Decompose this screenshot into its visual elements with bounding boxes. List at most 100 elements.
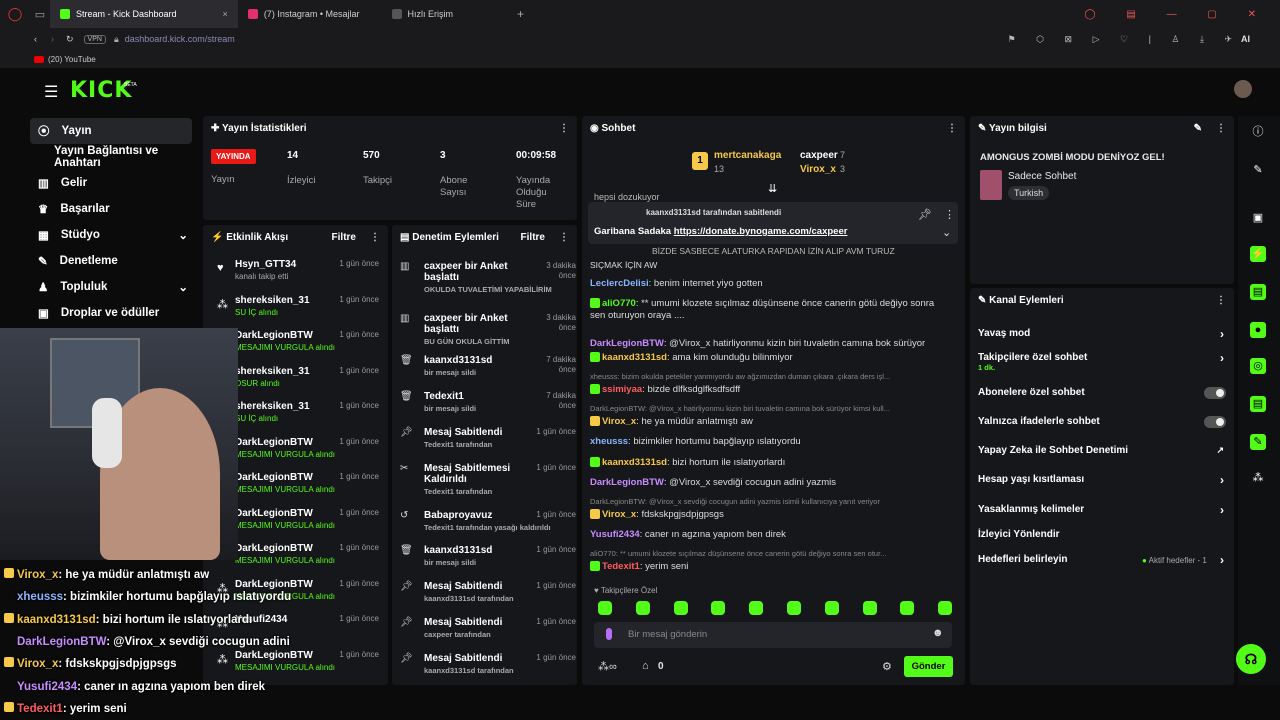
filter-button[interactable]: Filtre: [332, 232, 356, 243]
chevron-right-icon[interactable]: ›: [1220, 473, 1224, 487]
category-name[interactable]: Sadece Sohbet: [1008, 171, 1076, 182]
leader-name[interactable]: caxpeer: [800, 150, 838, 161]
chat-username[interactable]: Virox_x: [602, 509, 636, 520]
pinned-link[interactable]: https://donate.bynogame.com/caxpeer: [674, 226, 848, 237]
vpn-badge[interactable]: VPN: [83, 34, 106, 44]
browser-toolbar-icons[interactable]: ⚑ ⬡ ⊠ ▷ ♡ | ♙ ⤓ ✈: [1008, 34, 1241, 45]
list-item[interactable]: ▥ caxpeer bir Anket başlattı OKULDA TUVALE…: [400, 261, 576, 294]
sidebar-item-revenue[interactable]: ▥ Gelir: [30, 170, 200, 196]
sidebar-item-moderation[interactable]: ✎ Denetleme: [30, 248, 200, 274]
chevron-right-icon[interactable]: ›: [1220, 351, 1224, 365]
emote-icon[interactable]: [635, 601, 650, 615]
leader-name[interactable]: Virox_x: [800, 164, 836, 175]
new-tab-icon[interactable]: +: [517, 7, 524, 21]
store-icon[interactable]: ⌂: [642, 660, 649, 672]
emote-icon[interactable]: [938, 601, 953, 615]
list-item[interactable]: ↺ Babaproyavuz Tedexit1 tarafından yasağı …: [400, 510, 576, 532]
browser-tab-kick[interactable]: Stream - Kick Dashboard ×: [50, 0, 238, 28]
mic-icon[interactable]: [606, 628, 612, 640]
chevron-right-icon[interactable]: ›: [1220, 327, 1224, 341]
more-icon[interactable]: ⋮: [947, 123, 957, 134]
chat-username[interactable]: LeclercDelisi: [590, 278, 649, 289]
ai-button[interactable]: AI: [1241, 34, 1250, 44]
chat-message[interactable]: DarkLegionBTW: @Virox_x sevdiği cocugun …: [590, 477, 950, 489]
menu-icon[interactable]: ☰: [44, 82, 58, 102]
more-icon[interactable]: ⋮: [559, 232, 569, 243]
chat-message[interactable]: LeclercDelisi: benim internet yiyo gotte…: [590, 278, 950, 290]
channel-action-item[interactable]: Yavaş mod: [978, 328, 1228, 339]
url-field[interactable]: dashboard.kick.com/stream: [125, 34, 235, 44]
channel-action-item[interactable]: Takipçilere özel sohbet 1 dk.: [978, 352, 1228, 372]
emote-icon[interactable]: [711, 601, 726, 615]
forward-icon[interactable]: ›: [51, 34, 54, 44]
chat-message[interactable]: kaanxd3131sd: ama kim olunduğu bilinmiyo…: [590, 352, 950, 364]
chat-message[interactable]: aliO770: ** umumi klozete sıçılmaz düşün…: [590, 298, 950, 322]
channel-action-item[interactable]: Abonelere özel sohbet: [978, 387, 1228, 398]
emote-icon[interactable]: [824, 601, 839, 615]
sidebar-item-drops[interactable]: ▣ Droplar ve ödüller: [30, 300, 200, 326]
bookmark-youtube[interactable]: (20) YouTube: [48, 55, 96, 64]
channel-action-item[interactable]: İzleyici Yönlendir: [978, 529, 1228, 540]
list-item[interactable]: ⁂DarkLegionBTWMESAJIMI VURGULA alındı1 g…: [211, 650, 379, 684]
screen-icon[interactable]: ▣: [1250, 210, 1266, 226]
chat-username[interactable]: xheusss: [590, 436, 628, 447]
help-button[interactable]: ☊: [1236, 644, 1266, 674]
pin-icon[interactable]: 📌︎: [918, 208, 932, 221]
chat-username[interactable]: Virox_x: [602, 416, 636, 427]
chat-username[interactable]: DarkLegionBTW: [590, 338, 664, 349]
message-input[interactable]: Bir mesaj gönderin ☻: [594, 622, 952, 648]
channel-action-item[interactable]: Yapay Zeka ile Sohbet Denetimi: [978, 445, 1228, 456]
more-icon[interactable]: ⋮: [559, 123, 569, 134]
list-item[interactable]: 🗑︎ kaanxd3131sd bir mesajı sildi 7 dakika ö…: [400, 355, 576, 377]
channel-action-item[interactable]: Hesap yaşı kısıtlaması: [978, 474, 1228, 485]
channel-action-item[interactable]: Yalnızca ifadelerle sohbet: [978, 416, 1228, 427]
emote-icon[interactable]: [749, 601, 764, 615]
settings-gear-icon[interactable]: ⚙: [882, 660, 892, 673]
reload-icon[interactable]: ↻: [66, 34, 74, 45]
list-item[interactable]: 📌︎ Mesaj Sabitlendi kaanxd3131sd tarafında…: [400, 653, 576, 675]
notes-icon[interactable]: ▤: [1250, 284, 1266, 300]
broadcast-icon[interactable]: ◎: [1250, 358, 1266, 374]
list-item[interactable]: 🗑︎ Tedexit1 bir mesajı sildi 7 dakika önce: [400, 391, 576, 413]
leader-name[interactable]: mertcanakaga: [714, 150, 781, 161]
external-link-icon[interactable]: ↗: [1216, 445, 1224, 456]
more-icon[interactable]: ⋮: [1216, 123, 1226, 134]
list-item[interactable]: ♥ Hsyn_GTT34 kanalı takip etti 1 gün önce: [211, 259, 379, 293]
chat-message[interactable]: xheusss: bizimkiler hortumu bapğlayıp ıs…: [590, 436, 950, 448]
sidebar-item-stream-key[interactable]: Yayın Bağlantısı ve Anahtarı: [30, 144, 200, 170]
chevron-right-icon[interactable]: ›: [1220, 553, 1224, 567]
send-button[interactable]: Gönder: [904, 656, 953, 677]
points-icon[interactable]: ⁂∞: [598, 660, 617, 673]
pinned-message[interactable]: kaanxd3131sd tarafından sabitlendi 📌︎ ⋮ …: [588, 202, 958, 244]
chat-message[interactable]: kaanxd3131sd: bizi hortum ile ıslatıyorl…: [590, 457, 950, 469]
sidebar-item-community[interactable]: ♟ Topluluk ⌄: [30, 274, 200, 300]
back-icon[interactable]: ‹: [34, 34, 37, 44]
emote-icon[interactable]: [787, 601, 801, 615]
toggle-switch[interactable]: [1204, 387, 1226, 399]
channel-action-item[interactable]: Yasaklanmış kelimeler: [978, 504, 1228, 515]
more-icon[interactable]: ⋮: [1216, 295, 1226, 306]
list-item[interactable]: ✂ Mesaj Sabitlemesi Kaldırıldı Tedexit1 ta…: [400, 463, 576, 496]
wrench-icon[interactable]: ✎: [1250, 434, 1266, 450]
chat-message[interactable]: Virox_x: fdskskpgjsdpjgpsgs: [590, 509, 950, 521]
more-icon[interactable]: ⋮: [370, 232, 380, 243]
chat-username[interactable]: kaanxd3131sd: [602, 457, 667, 468]
close-tab-icon[interactable]: ×: [223, 9, 228, 19]
list-item[interactable]: 📌︎ Mesaj Sabitlendi caxpeer tarafından 1 gü…: [400, 617, 576, 639]
pencil-icon[interactable]: ✎: [1250, 162, 1266, 178]
list-item[interactable]: 📌︎ Mesaj Sabitlendi kaanxd3131sd tarafında…: [400, 581, 576, 603]
language-tag[interactable]: Turkish: [1008, 186, 1050, 200]
chat-message[interactable]: Virox_x: he ya müdür anlatmıştı aw: [590, 416, 950, 428]
emoji-icon[interactable]: ☻: [932, 627, 944, 639]
queue-icon[interactable]: ▤: [1250, 396, 1266, 412]
filter-button[interactable]: Filtre: [521, 232, 545, 243]
info-icon[interactable]: ⓘ: [1250, 124, 1266, 140]
avatar[interactable]: [1234, 80, 1252, 98]
chat-message[interactable]: Tedexit1: yerim seni: [590, 561, 950, 573]
chat-message[interactable]: Yusufi2434: caner ın agzına yapıom ben d…: [590, 529, 950, 541]
chevron-down-icon[interactable]: ⌄: [178, 280, 188, 294]
sidebar-item-broadcast[interactable]: ⦿ Yayın: [30, 118, 192, 144]
edit-icon[interactable]: ✎: [1194, 123, 1202, 134]
list-item[interactable]: ⁂shereksiken_31SU İÇ alındı1 gün önce: [211, 295, 379, 329]
scroll-down-icon[interactable]: ⇊: [768, 182, 777, 195]
